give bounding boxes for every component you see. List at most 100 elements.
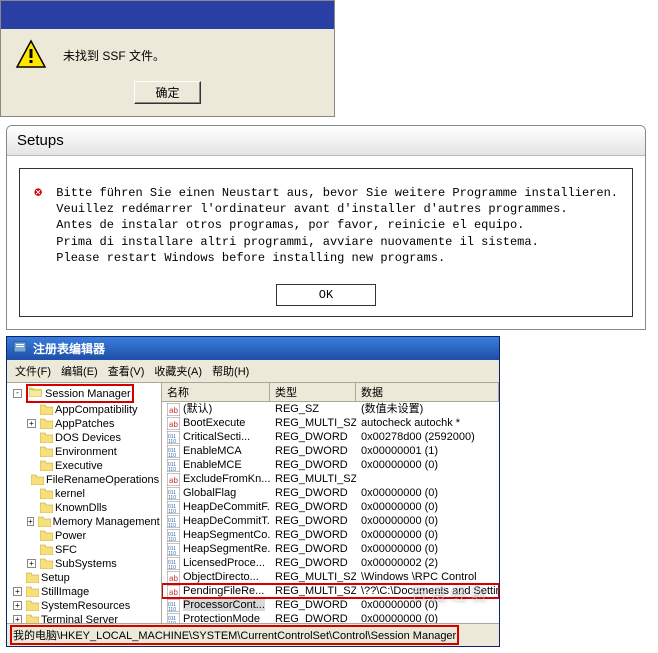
registry-value-row[interactable]: ab(默认)REG_SZ(数值未设置) <box>162 402 499 416</box>
svg-text:110: 110 <box>168 439 176 444</box>
registry-value-row[interactable]: 011110ProtectionModeREG_DWORD0x00000000 … <box>162 612 499 623</box>
svg-text:ab: ab <box>169 406 178 415</box>
reg-value-icon: ab <box>167 473 180 486</box>
reg-value-icon: ab <box>167 585 180 598</box>
svg-text:110: 110 <box>168 453 176 458</box>
svg-text:110: 110 <box>168 537 176 542</box>
svg-text:110: 110 <box>168 467 176 472</box>
tree-item[interactable]: SFC <box>7 543 161 557</box>
reg-value-icon: 011110 <box>167 445 180 458</box>
folder-icon <box>26 586 39 597</box>
error-icon <box>34 185 42 225</box>
registry-value-row[interactable]: abPendingFileRe...REG_MULTI_SZ\??\C:\Doc… <box>162 584 499 598</box>
tree-item[interactable]: +StillImage <box>7 585 161 599</box>
folder-icon <box>40 446 53 457</box>
ssf-warning-dialog: 未找到 SSF 文件。 确定 <box>0 0 335 117</box>
tree-item[interactable]: AppCompatibility <box>7 403 161 417</box>
reg-value-icon: 011110 <box>167 459 180 472</box>
tree-expander[interactable]: + <box>13 587 22 596</box>
menu-item[interactable]: 文件(F) <box>11 362 55 380</box>
svg-text:110: 110 <box>168 523 176 528</box>
reg-value-icon: 011110 <box>167 515 180 528</box>
registry-value-row[interactable]: 011110EnableMCAREG_DWORD0x00000001 (1) <box>162 444 499 458</box>
tree-expander[interactable]: + <box>27 559 36 568</box>
tree-item[interactable]: Environment <box>7 445 161 459</box>
tree-item[interactable]: +AppPatches <box>7 417 161 431</box>
reg-value-icon: 011110 <box>167 431 180 444</box>
reg-value-icon: ab <box>167 403 180 416</box>
col-name-header[interactable]: 名称 <box>162 383 270 401</box>
registry-value-row[interactable]: 011110LicensedProce...REG_DWORD0x0000000… <box>162 556 499 570</box>
reg-value-icon: ab <box>167 571 180 584</box>
tree-item[interactable]: KnownDlls <box>7 501 161 515</box>
tree-expander[interactable]: + <box>27 419 36 428</box>
warning-message: 未找到 SSF 文件。 <box>63 47 165 64</box>
folder-icon <box>40 530 53 541</box>
reg-value-icon: 011110 <box>167 529 180 542</box>
folder-icon <box>40 488 53 499</box>
tree-item[interactable]: +Memory Management <box>7 515 161 529</box>
tree-expander[interactable]: + <box>13 601 22 610</box>
col-type-header[interactable]: 类型 <box>270 383 356 401</box>
dialog-title[interactable]: Setups <box>7 126 645 156</box>
registry-value-row[interactable]: 011110HeapSegmentCo...REG_DWORD0x0000000… <box>162 528 499 542</box>
tree-item[interactable]: +SystemResources <box>7 599 161 613</box>
menu-item[interactable]: 查看(V) <box>104 362 149 380</box>
tree-expander[interactable]: + <box>13 615 22 623</box>
folder-icon <box>40 404 53 415</box>
svg-text:110: 110 <box>168 509 176 514</box>
menu-item[interactable]: 收藏夹(A) <box>150 362 206 380</box>
registry-value-row[interactable]: abObjectDirecto...REG_MULTI_SZ\Windows \… <box>162 570 499 584</box>
reg-value-icon: 011110 <box>167 557 180 570</box>
ok-button[interactable]: 确定 <box>134 81 200 104</box>
registry-value-row[interactable]: 011110CriticalSecti...REG_DWORD0x00278d0… <box>162 430 499 444</box>
tree-expander[interactable]: + <box>27 517 34 526</box>
registry-value-row[interactable]: abExcludeFromKn...REG_MULTI_SZ <box>162 472 499 486</box>
folder-icon <box>40 432 53 443</box>
menu-item[interactable]: 编辑(E) <box>57 362 102 380</box>
folder-icon <box>26 572 39 583</box>
svg-text:110: 110 <box>168 551 176 556</box>
folder-icon <box>40 418 53 429</box>
tree-item[interactable]: Executive <box>7 459 161 473</box>
dialog-titlebar[interactable] <box>1 1 334 29</box>
registry-value-row[interactable]: 011110HeapSegmentRe...REG_DWORD0x0000000… <box>162 542 499 556</box>
tree-item[interactable]: DOS Devices <box>7 431 161 445</box>
registry-values-list[interactable]: 名称 类型 数据 ab(默认)REG_SZ(数值未设置)abBootExecut… <box>162 383 499 623</box>
registry-value-row[interactable]: abBootExecuteREG_MULTI_SZautocheck autoc… <box>162 416 499 430</box>
restart-message: Bitte führen Sie einen Neustart aus, bev… <box>56 185 618 266</box>
tree-item[interactable]: - Session Manager <box>7 384 161 403</box>
svg-text:ab: ab <box>169 574 178 583</box>
tree-item[interactable]: Power <box>7 529 161 543</box>
menu-item[interactable]: 帮助(H) <box>208 362 253 380</box>
registry-value-row[interactable]: 011110EnableMCEREG_DWORD0x00000000 (0) <box>162 458 499 472</box>
folder-icon <box>40 558 53 569</box>
tree-expander[interactable]: - <box>13 389 22 398</box>
menu-bar: 文件(F)编辑(E)查看(V)收藏夹(A)帮助(H) <box>7 360 499 383</box>
registry-value-row[interactable]: 011110HeapDeCommitF...REG_DWORD0x0000000… <box>162 500 499 514</box>
reg-value-icon: 011110 <box>167 501 180 514</box>
svg-text:110: 110 <box>168 495 176 500</box>
tree-item[interactable]: Setup <box>7 571 161 585</box>
reg-value-icon: 011110 <box>167 613 180 623</box>
folder-icon <box>40 502 53 513</box>
tree-item[interactable]: +SubSystems <box>7 557 161 571</box>
tree-item[interactable]: +Terminal Server <box>7 613 161 623</box>
reg-value-icon: ab <box>167 417 180 430</box>
tree-item[interactable]: kernel <box>7 487 161 501</box>
registry-tree[interactable]: - Session ManagerAppCompatibility+AppPat… <box>7 383 162 623</box>
window-titlebar[interactable]: 注册表编辑器 <box>7 337 499 360</box>
svg-text:ab: ab <box>169 476 178 485</box>
folder-icon <box>40 460 53 471</box>
folder-icon <box>38 516 51 527</box>
warning-icon <box>15 39 47 71</box>
col-data-header[interactable]: 数据 <box>356 383 499 401</box>
folder-icon <box>31 474 44 485</box>
ok-button[interactable]: OK <box>276 284 376 306</box>
list-header[interactable]: 名称 类型 数据 <box>162 383 499 402</box>
svg-text:110: 110 <box>168 607 176 612</box>
svg-text:ab: ab <box>169 588 178 597</box>
tree-item[interactable]: FileRenameOperations <box>7 473 161 487</box>
registry-value-row[interactable]: 011110GlobalFlagREG_DWORD0x00000000 (0) <box>162 486 499 500</box>
registry-value-row[interactable]: 011110HeapDeCommitT...REG_DWORD0x0000000… <box>162 514 499 528</box>
